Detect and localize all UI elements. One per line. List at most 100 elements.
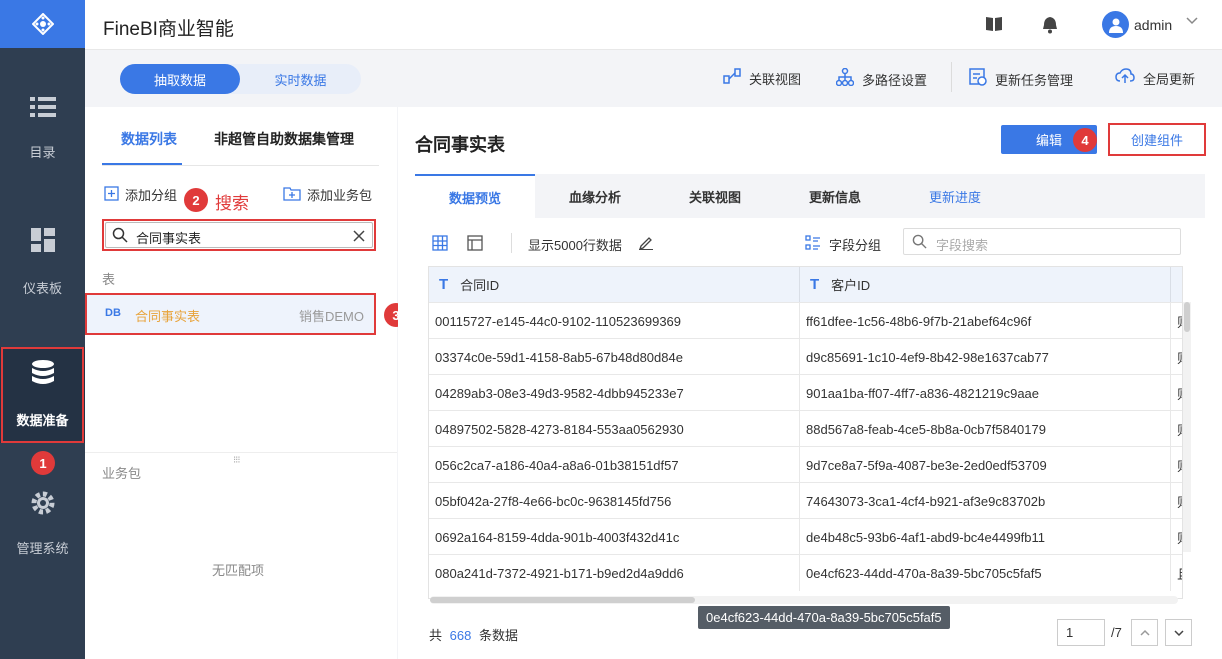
panel-splitter[interactable] — [85, 452, 397, 453]
table-row[interactable]: 080a241d-7372-4921-b171-b9ed2d4a9dd6 0e4c… — [429, 554, 1182, 591]
update-task-label: 更新任务管理 — [995, 72, 1074, 88]
username[interactable]: admin — [1134, 17, 1172, 33]
grid-header: T 合同ID T 客户ID — [429, 267, 1182, 302]
field-group-icon — [805, 235, 821, 254]
global-update-button[interactable]: 全局更新 — [1115, 68, 1195, 88]
table-cell[interactable]: 03374c0e-59d1-4158-8ab5-67b48d80d84e — [429, 339, 800, 375]
table-cell[interactable]: de4b48c5-93b6-4af1-abd9-bc4e4499fb11 — [800, 519, 1171, 555]
row-count-value: 668 — [449, 628, 472, 643]
gear-icon — [31, 491, 54, 515]
dashboard-icon — [30, 228, 55, 252]
annotation-badge-1: 1 — [31, 451, 55, 475]
field-group-button[interactable]: 字段分组 — [805, 235, 881, 254]
search-icon — [112, 227, 128, 246]
hierarchy-icon — [835, 67, 855, 90]
row-count-suffix: 条数据 — [478, 628, 518, 643]
cell-tooltip: 0e4cf623-44dd-470a-8a39-5bc705c5faf5 — [698, 606, 950, 629]
table-cell[interactable]: d9c85691-1c10-4ef9-8b42-98e1637cab77 — [800, 339, 1171, 375]
table-cell[interactable]: 则 — [1171, 519, 1182, 555]
grid-view-icon[interactable] — [432, 235, 448, 255]
extract-data-toggle[interactable]: 抽取数据 — [120, 64, 240, 94]
avatar[interactable] — [1102, 11, 1129, 38]
table-cell[interactable]: 且 — [1171, 555, 1182, 591]
tab-lineage[interactable]: 血缘分析 — [535, 174, 655, 218]
search-input[interactable]: 合同事实表 — [105, 222, 373, 248]
annotation-badge-2: 2 — [184, 188, 208, 212]
page-number-input[interactable]: 1 — [1057, 619, 1105, 646]
column-header-contract-id[interactable]: T 合同ID — [429, 267, 800, 302]
nav-label: 数据准备 — [16, 413, 69, 428]
scroll-thumb[interactable] — [1184, 302, 1190, 332]
nav-item-catalog[interactable]: 目录 — [0, 96, 85, 161]
preview-toolbar: 显示5000行数据 字段分组 字段搜索 — [415, 218, 1205, 266]
table-row[interactable]: 05bf042a-27f8-4e66-bc0c-9638145fd756 7464… — [429, 482, 1182, 519]
add-group-button[interactable]: 添加分组 — [104, 185, 177, 204]
detail-view-icon[interactable] — [467, 235, 483, 255]
table-cell[interactable]: 080a241d-7372-4921-b171-b9ed2d4a9dd6 — [429, 555, 800, 591]
chevron-down-icon[interactable] — [1185, 14, 1199, 31]
pencil-icon[interactable] — [638, 234, 654, 253]
table-cell[interactable]: 04897502-5828-4273-8184-553aa0562930 — [429, 411, 800, 447]
toolbar-divider — [951, 62, 952, 92]
table-cell[interactable]: 056c2ca7-a186-40a4-a8a6-01b38151df57 — [429, 447, 800, 483]
table-cell[interactable]: 0692a164-8159-4dda-901b-4003f432d41c — [429, 519, 800, 555]
nav-item-data-prep[interactable]: 数据准备 — [0, 360, 85, 429]
drag-handle-icon[interactable]: ⁝⁝⁝ — [233, 455, 240, 466]
nav-item-admin[interactable]: 管理系统 — [0, 490, 85, 557]
table-cell[interactable]: ff61dfee-1c56-48b6-9f7b-21abef64c96f — [800, 303, 1171, 339]
multipath-settings-button[interactable]: 多路径设置 — [835, 67, 928, 90]
add-group-label: 添加分组 — [125, 188, 178, 203]
nav-label: 目录 — [29, 145, 56, 160]
table-cell[interactable]: 88d567a8-feab-4ce5-8b8a-0cb7f5840179 — [800, 411, 1171, 447]
multipath-label: 多路径设置 — [862, 72, 928, 88]
table-row[interactable]: 04897502-5828-4273-8184-553aa0562930 88d5… — [429, 410, 1182, 447]
vertical-scrollbar[interactable] — [1183, 302, 1191, 552]
page-prev-button[interactable] — [1131, 619, 1158, 646]
table-row[interactable]: 0692a164-8159-4dda-901b-4003f432d41c de4b… — [429, 518, 1182, 555]
table-cell[interactable]: 74643073-3ca1-4cf4-b921-af3e9c83702b — [800, 483, 1171, 519]
tab-relation-view[interactable]: 关联视图 — [655, 174, 775, 218]
mode-switch: 抽取数据 实时数据 — [120, 64, 361, 94]
table-cell[interactable]: 9d7ce8a7-5f9a-4087-be3e-2ed0edf53709 — [800, 447, 1171, 483]
nav-label: 仪表板 — [22, 281, 62, 296]
field-search-input[interactable]: 字段搜索 — [903, 228, 1181, 255]
tab-data-list[interactable]: 数据列表 — [121, 129, 177, 149]
tab-self-service-dataset[interactable]: 非超管自助数据集管理 — [214, 129, 354, 149]
annotation-search-text: 搜索 — [215, 194, 249, 213]
table-row[interactable]: 03374c0e-59d1-4158-8ab5-67b48d80d84e d9c8… — [429, 338, 1182, 375]
table-cell[interactable]: 05bf042a-27f8-4e66-bc0c-9638145fd756 — [429, 483, 800, 519]
table-cell[interactable]: 04289ab3-08e3-49d3-9582-4dbb945233e7 — [429, 375, 800, 411]
table-cell[interactable]: 0e4cf623-44dd-470a-8a39-5bc705c5faf5 — [800, 555, 1171, 591]
realtime-data-toggle[interactable]: 实时数据 — [240, 64, 361, 94]
page-next-button[interactable] — [1165, 619, 1192, 646]
relation-view-button[interactable]: 关联视图 — [723, 68, 801, 88]
nav-item-dashboard[interactable]: 仪表板 — [0, 228, 85, 297]
table-cell[interactable]: 则 — [1171, 375, 1182, 411]
add-package-button[interactable]: 添加业务包 — [283, 185, 372, 204]
table-row[interactable]: 00115727-e145-44c0-9102-110523699369 ff61… — [429, 302, 1182, 339]
tab-update-info[interactable]: 更新信息 — [775, 174, 895, 218]
relation-view-label: 关联视图 — [749, 71, 802, 87]
scroll-thumb[interactable] — [430, 597, 695, 603]
table-row[interactable]: 04289ab3-08e3-49d3-9582-4dbb945233e7 901a… — [429, 374, 1182, 411]
section-label-tables: 表 — [102, 272, 116, 287]
close-icon[interactable] — [352, 225, 366, 248]
logo-icon[interactable] — [0, 0, 85, 48]
table-cell[interactable]: 则 — [1171, 483, 1182, 519]
table-row[interactable]: 056c2ca7-a186-40a4-a8a6-01b38151df57 9d7c… — [429, 446, 1182, 483]
table-cell[interactable]: 00115727-e145-44c0-9102-110523699369 — [429, 303, 800, 339]
table-cell[interactable]: 则 — [1171, 303, 1182, 339]
table-cell[interactable]: 则 — [1171, 411, 1182, 447]
table-cell[interactable]: 则 — [1171, 339, 1182, 375]
search-icon — [912, 234, 927, 252]
book-icon[interactable] — [985, 16, 1003, 34]
update-task-button[interactable]: 更新任务管理 — [969, 68, 1073, 90]
column-header-customer-id[interactable]: T 客户ID — [800, 267, 1171, 302]
bell-icon[interactable] — [1042, 16, 1060, 34]
table-cell[interactable]: 则 — [1171, 447, 1182, 483]
tab-data-preview[interactable]: 数据预览 — [415, 174, 535, 218]
global-update-label: 全局更新 — [1143, 71, 1196, 87]
horizontal-scrollbar[interactable] — [430, 596, 1178, 604]
tab-update-progress[interactable]: 更新进度 — [895, 174, 1015, 218]
table-cell[interactable]: 901aa1ba-ff07-4ff7-a836-4821219c9aae — [800, 375, 1171, 411]
